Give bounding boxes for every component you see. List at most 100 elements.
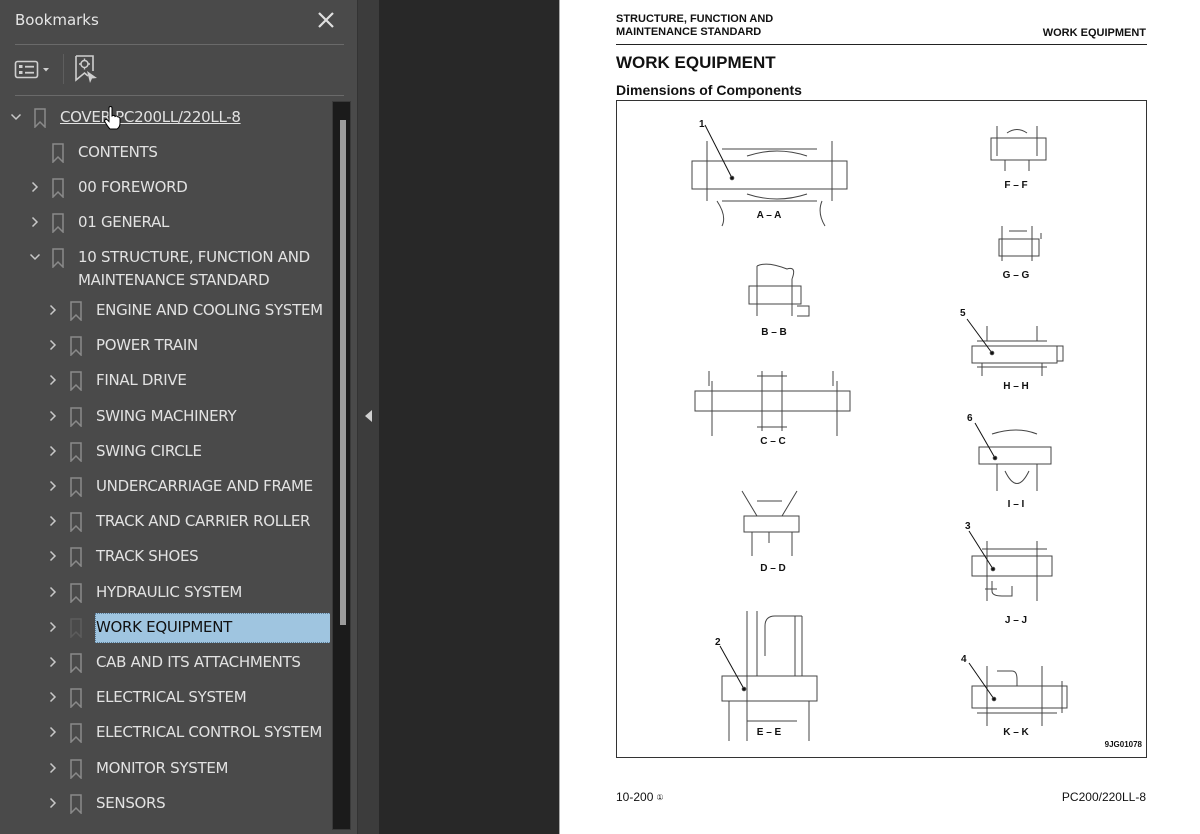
divider bbox=[15, 44, 344, 45]
bookmark-icon bbox=[70, 547, 82, 568]
header-left-line1: STRUCTURE, FUNCTION AND bbox=[616, 13, 774, 25]
section-label-b: B – B bbox=[761, 327, 787, 338]
bookmark-label: SENSORS bbox=[96, 793, 166, 812]
drawing-c-c bbox=[694, 371, 851, 436]
bookmark-item-undercarriage-and-frame[interactable]: UNDERCARRIAGE AND FRAME bbox=[0, 469, 330, 504]
close-panel-button[interactable] bbox=[314, 8, 338, 32]
bookmark-label: CONTENTS bbox=[78, 143, 158, 161]
chevron-right-icon[interactable] bbox=[47, 656, 59, 668]
chevron-right-icon[interactable] bbox=[29, 181, 41, 193]
section-label-g: G – G bbox=[1002, 270, 1030, 281]
chevron-right-icon[interactable] bbox=[47, 339, 59, 351]
page-title: WORK EQUIPMENT bbox=[616, 53, 776, 72]
chevron-right-icon[interactable] bbox=[47, 410, 59, 422]
bookmark-item-electrical-control-system[interactable]: ELECTRICAL CONTROL SYSTEM bbox=[0, 715, 330, 750]
bookmark-label: CAB AND ITS ATTACHMENTS bbox=[96, 653, 301, 671]
chevron-right-icon[interactable] bbox=[47, 515, 59, 527]
bookmark-item-track-and-carrier-roller[interactable]: TRACK AND CARRIER ROLLER bbox=[0, 504, 330, 539]
bookmark-item-engine-and-cooling-system[interactable]: ENGINE AND COOLING SYSTEM bbox=[0, 293, 330, 328]
page-number-text: 10-200 bbox=[616, 790, 654, 804]
bookmark-item-electrical-system[interactable]: ELECTRICAL SYSTEM bbox=[0, 680, 330, 715]
section-label-c: C – C bbox=[760, 436, 786, 447]
section-label-i: I – I bbox=[1007, 499, 1025, 510]
bookmark-icon bbox=[52, 143, 64, 163]
drawing-d-d bbox=[741, 490, 800, 556]
options-menu-button[interactable] bbox=[14, 58, 54, 82]
bookmark-item-foreword[interactable]: 00 FOREWORD bbox=[0, 170, 330, 205]
document-page: STRUCTURE, FUNCTION AND MAINTENANCE STAN… bbox=[559, 0, 1200, 834]
chevron-right-icon[interactable] bbox=[47, 726, 59, 738]
bookmark-item-power-train[interactable]: POWER TRAIN bbox=[0, 328, 330, 363]
bookmark-label: COVER PC200LL/220LL-8 bbox=[60, 108, 241, 126]
drawing-b-b bbox=[748, 263, 810, 317]
list-options-icon bbox=[14, 60, 49, 79]
chevron-right-icon[interactable] bbox=[29, 216, 41, 228]
drawing-k-k bbox=[968, 662, 1068, 726]
drawing-f-f bbox=[990, 126, 1047, 171]
chevron-right-icon[interactable] bbox=[47, 797, 59, 809]
chevron-right-icon[interactable] bbox=[47, 374, 59, 386]
bookmark-label: ELECTRICAL CONTROL SYSTEM bbox=[96, 723, 322, 742]
bookmark-tree: COVER PC200LL/220LL-8 CONTENTS 00 FOREWO… bbox=[0, 100, 330, 834]
section-label-h: H – H bbox=[1003, 381, 1029, 392]
bookmark-icon bbox=[70, 371, 82, 392]
scrollbar-thumb[interactable] bbox=[340, 120, 346, 625]
bookmark-item-structure-function[interactable]: 10 STRUCTURE, FUNCTION AND MAINTENANCE S… bbox=[0, 240, 330, 293]
close-icon bbox=[318, 12, 334, 28]
model-number: PC200/220LL-8 bbox=[1061, 790, 1146, 804]
bookmark-icon bbox=[70, 618, 82, 638]
divider bbox=[15, 95, 344, 96]
bookmark-item-track-shoes[interactable]: TRACK SHOES bbox=[0, 539, 330, 574]
section-label-e: E – E bbox=[756, 727, 782, 738]
page-number: 10-200 ① bbox=[616, 790, 664, 804]
bookmark-item-monitor-system[interactable]: MONITOR SYSTEM bbox=[0, 751, 330, 786]
callout-3: 3 bbox=[965, 521, 971, 532]
header-rule bbox=[616, 44, 1147, 45]
bookmark-icon bbox=[70, 653, 82, 673]
bookmark-item-swing-machinery[interactable]: SWING MACHINERY bbox=[0, 399, 330, 434]
chevron-right-icon[interactable] bbox=[47, 762, 59, 774]
bookmark-item-swing-circle[interactable]: SWING CIRCLE bbox=[0, 434, 330, 469]
revision-mark: ① bbox=[656, 793, 664, 802]
bookmark-item-general[interactable]: 01 GENERAL bbox=[0, 205, 330, 240]
find-current-bookmark-button[interactable] bbox=[73, 54, 101, 84]
chevron-right-icon[interactable] bbox=[47, 304, 59, 316]
section-title: Dimensions of Components bbox=[616, 82, 802, 98]
bookmark-item-cover[interactable]: COVER PC200LL/220LL-8 bbox=[0, 100, 330, 135]
bookmark-item-cab-and-its-attachments[interactable]: CAB AND ITS ATTACHMENTS bbox=[0, 645, 330, 680]
chevron-right-icon[interactable] bbox=[47, 691, 59, 703]
bookmark-icon bbox=[52, 178, 64, 198]
bookmark-icon bbox=[34, 108, 46, 128]
chevron-right-icon[interactable] bbox=[47, 621, 59, 633]
bookmark-item-final-drive[interactable]: FINAL DRIVE bbox=[0, 363, 330, 398]
bookmark-item-hydraulic-system[interactable]: HYDRAULIC SYSTEM bbox=[0, 575, 330, 610]
bookmark-label: 01 GENERAL bbox=[78, 213, 170, 231]
running-header-right: WORK EQUIPMENT bbox=[1042, 27, 1146, 39]
bookmark-label: ENGINE AND COOLING SYSTEM bbox=[96, 301, 323, 319]
bookmark-label: WORK EQUIPMENT bbox=[96, 617, 233, 636]
chevron-right-icon[interactable] bbox=[47, 586, 59, 598]
bookmark-item-contents[interactable]: CONTENTS bbox=[0, 135, 330, 170]
bookmark-icon bbox=[52, 248, 64, 268]
bookmark-label: TRACK AND CARRIER ROLLER bbox=[96, 512, 311, 531]
collapse-panel-arrow-icon[interactable] bbox=[365, 410, 372, 422]
chevron-down-icon[interactable] bbox=[29, 251, 41, 263]
bookmark-label: MONITOR SYSTEM bbox=[96, 758, 229, 777]
callout-4: 4 bbox=[961, 654, 967, 665]
find-current-bookmark-icon bbox=[75, 55, 97, 83]
chevron-right-icon[interactable] bbox=[47, 480, 59, 492]
bookmark-item-sensors[interactable]: SENSORS bbox=[0, 786, 330, 821]
bookmark-item-work-equipment[interactable]: WORK EQUIPMENT bbox=[0, 610, 330, 645]
components-figure: A – A B – B C – C D – D E – E F – F G – … bbox=[616, 100, 1147, 758]
section-label-a: A – A bbox=[756, 210, 782, 221]
toolbar-separator bbox=[63, 54, 64, 84]
bookmark-icon bbox=[70, 794, 82, 814]
bookmark-icon bbox=[52, 213, 64, 233]
bookmarks-toolbar bbox=[0, 48, 357, 94]
section-label-d: D – D bbox=[760, 563, 786, 574]
chevron-right-icon[interactable] bbox=[47, 445, 59, 457]
bookmark-icon bbox=[70, 442, 82, 462]
chevron-down-icon[interactable] bbox=[10, 111, 22, 123]
running-header-left: STRUCTURE, FUNCTION AND MAINTENANCE STAN… bbox=[616, 13, 773, 39]
chevron-right-icon[interactable] bbox=[47, 550, 59, 562]
